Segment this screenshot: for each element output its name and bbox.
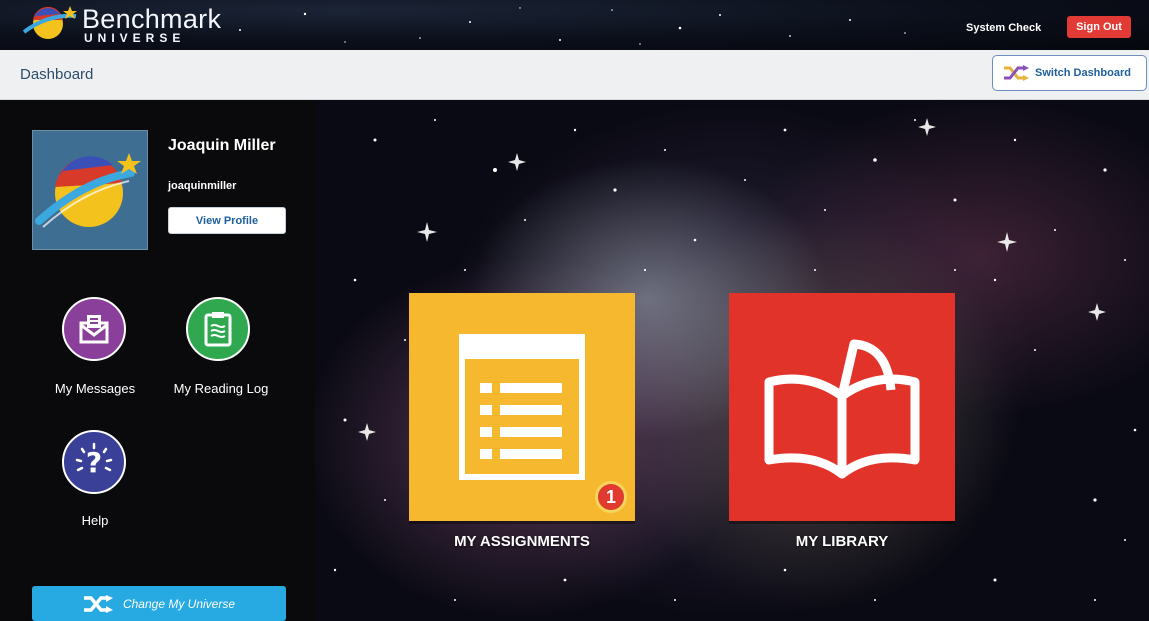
avatar [32, 130, 148, 250]
my-reading-log-button[interactable] [186, 297, 250, 361]
my-assignments-label[interactable]: MY ASSIGNMENTS [409, 533, 635, 550]
logo-subtitle: UNIVERSE [84, 31, 186, 45]
view-profile-button[interactable]: View Profile [168, 207, 286, 234]
system-check-link[interactable]: System Check [966, 22, 1041, 34]
page-title: Dashboard [20, 66, 94, 83]
my-messages-label: My Messages [54, 381, 136, 396]
svg-text:?: ? [86, 446, 102, 479]
open-book-icon [764, 339, 920, 479]
envelope-icon [79, 315, 109, 344]
my-messages-button[interactable] [62, 297, 126, 361]
user-full-name: Joaquin Miller [168, 137, 276, 154]
benchmark-universe-logo[interactable]: Benchmark UNIVERSE [20, 2, 221, 46]
planet-avatar-icon [35, 153, 141, 228]
main-content: 1 MY ASSIGNMENTS MY LIBRARY [315, 100, 1149, 621]
user-username: joaquinmiller [168, 180, 237, 192]
change-my-universe-button[interactable]: Change My Universe [32, 586, 286, 621]
help-button[interactable]: ? [62, 430, 126, 494]
change-my-universe-label: Change My Universe [122, 596, 236, 611]
switch-dashboard-label: Switch Dashboard [1035, 67, 1131, 79]
dashboard-bar: Dashboard Switch Dashboard [0, 50, 1149, 100]
planet-logo-icon [22, 6, 77, 39]
my-assignments-tile[interactable]: 1 [409, 293, 635, 521]
clipboard-icon [204, 312, 232, 347]
assignments-count-badge: 1 [595, 481, 627, 513]
help-label: Help [81, 513, 109, 528]
shuffle-icon [1004, 65, 1029, 81]
assignment-list-icon [459, 334, 585, 480]
my-library-label[interactable]: MY LIBRARY [729, 533, 955, 550]
sidebar: Joaquin Miller joaquinmiller View Profil… [0, 100, 315, 621]
my-reading-log-label: My Reading Log [173, 381, 269, 396]
sign-out-button[interactable]: Sign Out [1067, 16, 1131, 38]
my-library-tile[interactable] [729, 293, 955, 521]
switch-dashboard-button[interactable]: Switch Dashboard [992, 55, 1147, 91]
help-icon: ? [75, 442, 113, 479]
top-bar: Benchmark UNIVERSE System Check Sign Out [0, 0, 1149, 50]
shuffle-icon [83, 594, 113, 613]
